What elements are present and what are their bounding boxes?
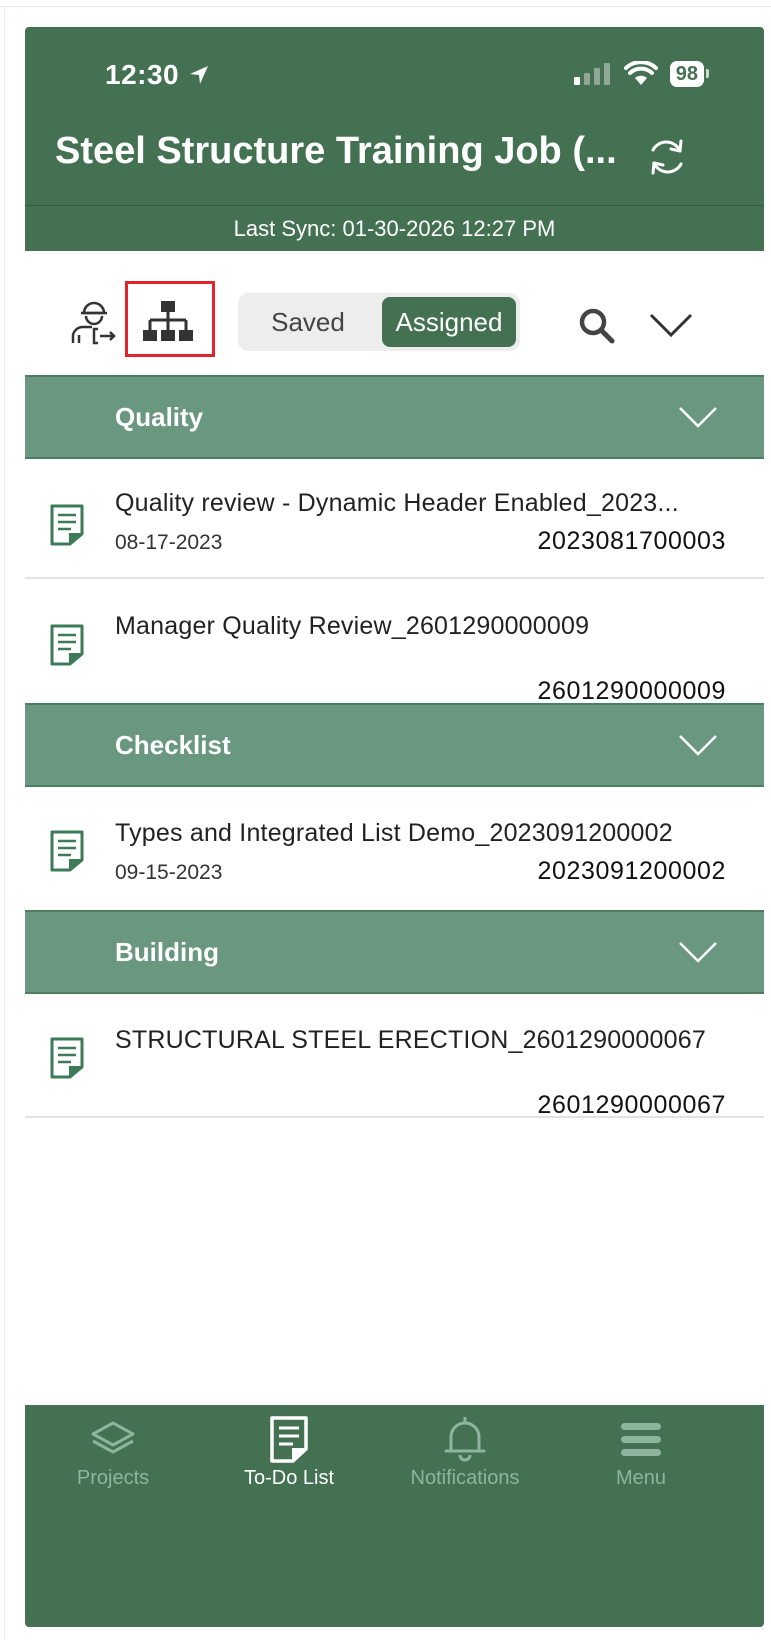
section-title: Building (115, 937, 219, 967)
tab-to-do-list[interactable]: To-Do List (201, 1415, 377, 1505)
app-header: 12:30 98 Steel Structure Training Job (.… (25, 27, 764, 251)
item-date: 09-15-2023 (115, 861, 223, 884)
sync-refresh-icon[interactable] (645, 135, 689, 179)
item-title: Quality review - Dynamic Header Enabled_… (115, 489, 679, 517)
item-title: STRUCTURAL STEEL ERECTION_2601290000067 (115, 1026, 706, 1054)
battery-indicator: 98 (669, 61, 710, 87)
document-icon (50, 624, 84, 666)
item-id: 2023081700003 (537, 527, 726, 555)
item-id: 2023091200002 (537, 857, 726, 885)
document-icon (50, 1037, 84, 1079)
chevron-down-icon[interactable] (648, 311, 694, 339)
filter-toolbar: Saved Assigned (25, 251, 764, 375)
tab-notifications[interactable]: Notifications (377, 1415, 553, 1505)
document-icon (50, 830, 84, 872)
section-title: Checklist (115, 730, 231, 760)
list-item[interactable]: STRUCTURAL STEEL ERECTION_2601290000067 … (25, 994, 764, 1119)
item-id: 2601290000067 (537, 1091, 726, 1119)
tab-assigned[interactable]: Assigned (382, 297, 516, 347)
list-item[interactable]: Types and Integrated List Demo_202309120… (25, 787, 764, 911)
bottom-tab-bar: Projects To-Do List Notifications Menu (25, 1405, 764, 1627)
tab-menu[interactable]: Menu (553, 1415, 729, 1505)
location-arrow-icon (190, 66, 209, 84)
chevron-down-icon (679, 735, 717, 756)
list-item[interactable]: Quality review - Dynamic Header Enabled_… (25, 459, 764, 579)
frame-top-border (0, 6, 771, 7)
last-sync-text: Last Sync: 01-30-2026 12:27 PM (233, 216, 556, 241)
tab-saved[interactable]: Saved (238, 293, 378, 351)
chevron-down-icon (679, 942, 717, 963)
item-id: 2601290000009 (537, 677, 726, 705)
tab-projects[interactable]: Projects (25, 1415, 201, 1505)
section-header-quality[interactable]: Quality (25, 375, 764, 459)
tab-label: To-Do List (243, 1467, 335, 1489)
bell-icon (444, 1417, 486, 1462)
org-chart-icon (143, 301, 193, 341)
tab-label: Notifications (410, 1467, 520, 1489)
section-header-building[interactable]: Building (25, 910, 764, 994)
hamburger-menu-icon (621, 1423, 661, 1456)
frame-left-border (4, 6, 5, 1640)
tab-label: Menu (615, 1467, 667, 1489)
cellular-signal-icon (573, 63, 610, 85)
search-icon[interactable] (577, 306, 617, 346)
wifi-icon (623, 61, 658, 85)
list-item[interactable]: Manager Quality Review_2601290000009 260… (25, 581, 764, 705)
worker-switch-user-icon[interactable] (70, 299, 120, 345)
app-screen: 12:30 98 Steel Structure Training Job (.… (25, 27, 764, 1627)
saved-assigned-segmented-control: Saved Assigned (238, 293, 520, 351)
status-indicators: 98 (573, 61, 710, 87)
document-icon (50, 504, 84, 546)
status-time: 12:30 (105, 59, 211, 91)
tab-label: Projects (76, 1467, 150, 1489)
status-time-text: 12:30 (105, 59, 180, 90)
section-header-checklist[interactable]: Checklist (25, 703, 764, 787)
chevron-down-icon (679, 407, 717, 428)
item-date: 08-17-2023 (115, 531, 223, 554)
document-icon (270, 1416, 308, 1463)
page-title: Steel Structure Training Job (... (55, 130, 617, 172)
item-title: Manager Quality Review_2601290000009 (115, 612, 590, 640)
item-title: Types and Integrated List Demo_202309120… (115, 819, 673, 847)
section-title: Quality (115, 402, 204, 432)
hierarchy-view-button[interactable] (125, 281, 215, 357)
layers-icon (91, 1421, 135, 1454)
